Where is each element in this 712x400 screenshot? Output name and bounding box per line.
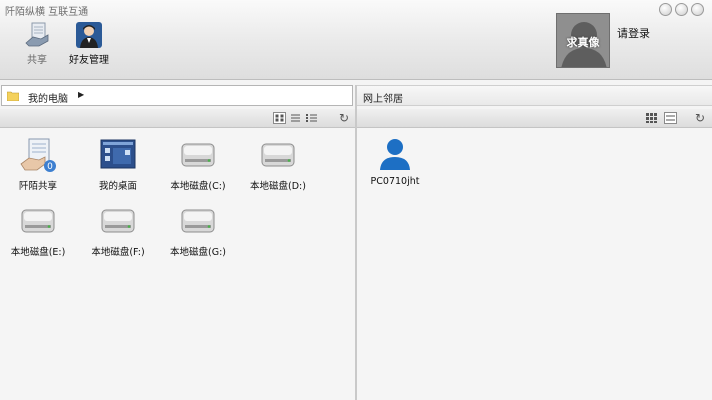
disk-icon — [101, 209, 135, 233]
app-title: 阡陌纵横 互联互通 — [5, 7, 89, 18]
close-button[interactable] — [691, 3, 704, 16]
view-icons-button[interactable] — [273, 112, 286, 124]
item-label: PC0710jht — [370, 176, 420, 187]
view-icons-button[interactable] — [645, 112, 658, 124]
refresh-icon[interactable]: ↻ — [339, 111, 349, 125]
item-disk-e[interactable]: 本地磁盘(E:) — [0, 204, 76, 258]
left-address-bar[interactable]: 我的电脑 ▶ — [1, 85, 353, 106]
share-label: 共享 — [27, 55, 47, 66]
item-disk-f[interactable]: 本地磁盘(F:) — [80, 204, 156, 258]
item-my-desktop[interactable]: 我的桌面 — [80, 138, 156, 192]
disk-icon — [181, 143, 215, 167]
avatar[interactable]: 求真像 — [556, 13, 610, 68]
user-icon — [380, 139, 410, 170]
item-share-folder[interactable]: 0 阡陌共享 — [0, 138, 76, 192]
right-address-bar: 网上邻居 — [357, 85, 712, 106]
login-link[interactable]: 请登录 — [617, 25, 650, 41]
disk-icon — [21, 209, 55, 233]
friends-icon — [76, 22, 102, 48]
share-button[interactable]: 共享 — [15, 21, 59, 66]
desktop-icon — [100, 139, 136, 169]
item-label: 本地磁盘(D:) — [250, 181, 306, 192]
item-disk-d[interactable]: 本地磁盘(D:) — [240, 138, 316, 192]
top-toolbar: 阡陌纵横 互联互通 共享 好友管理 求真像 请登录 — [0, 0, 712, 80]
svg-text:0: 0 — [47, 162, 53, 172]
item-label: 本地磁盘(C:) — [170, 181, 226, 192]
item-label: 本地磁盘(E:) — [10, 247, 66, 258]
window-controls — [659, 3, 704, 16]
item-network-user[interactable]: PC0710jht — [357, 136, 433, 187]
breadcrumb-network[interactable]: 网上邻居 — [363, 90, 403, 105]
my-computer-panel: 0 阡陌共享 我的桌面 本地磁盘(C:) 本地磁盘(D:) 本地磁盘(E:) 本… — [0, 128, 355, 400]
view-details-button[interactable] — [305, 112, 318, 124]
breadcrumb-my-computer[interactable]: 我的电脑 — [28, 90, 68, 105]
disk-icon — [181, 209, 215, 233]
friends-label: 好友管理 — [69, 55, 109, 66]
item-disk-c[interactable]: 本地磁盘(C:) — [160, 138, 236, 192]
view-details-button[interactable] — [664, 112, 677, 124]
item-label: 我的桌面 — [98, 181, 137, 192]
item-label: 本地磁盘(G:) — [170, 247, 226, 258]
left-panel-toolbar: ↻ — [0, 109, 355, 128]
item-disk-g[interactable]: 本地磁盘(G:) — [160, 204, 236, 258]
avatar-text: 求真像 — [566, 36, 600, 49]
refresh-icon[interactable]: ↻ — [695, 111, 705, 125]
network-panel: PC0710jht — [357, 128, 712, 400]
maximize-button[interactable] — [675, 3, 688, 16]
share-icon — [25, 22, 49, 47]
disk-icon — [261, 143, 295, 167]
breadcrumb-arrow-icon[interactable]: ▶ — [78, 90, 84, 99]
item-label: 本地磁盘(F:) — [91, 247, 145, 258]
folder-icon — [7, 91, 19, 101]
friends-manage-button[interactable]: 好友管理 — [64, 21, 114, 66]
minimize-button[interactable] — [659, 3, 672, 16]
view-list-button[interactable] — [289, 112, 302, 124]
share-doc-icon: 0 — [20, 138, 56, 172]
right-panel-toolbar: ↻ — [357, 109, 712, 128]
item-label: 阡陌共享 — [18, 181, 57, 192]
